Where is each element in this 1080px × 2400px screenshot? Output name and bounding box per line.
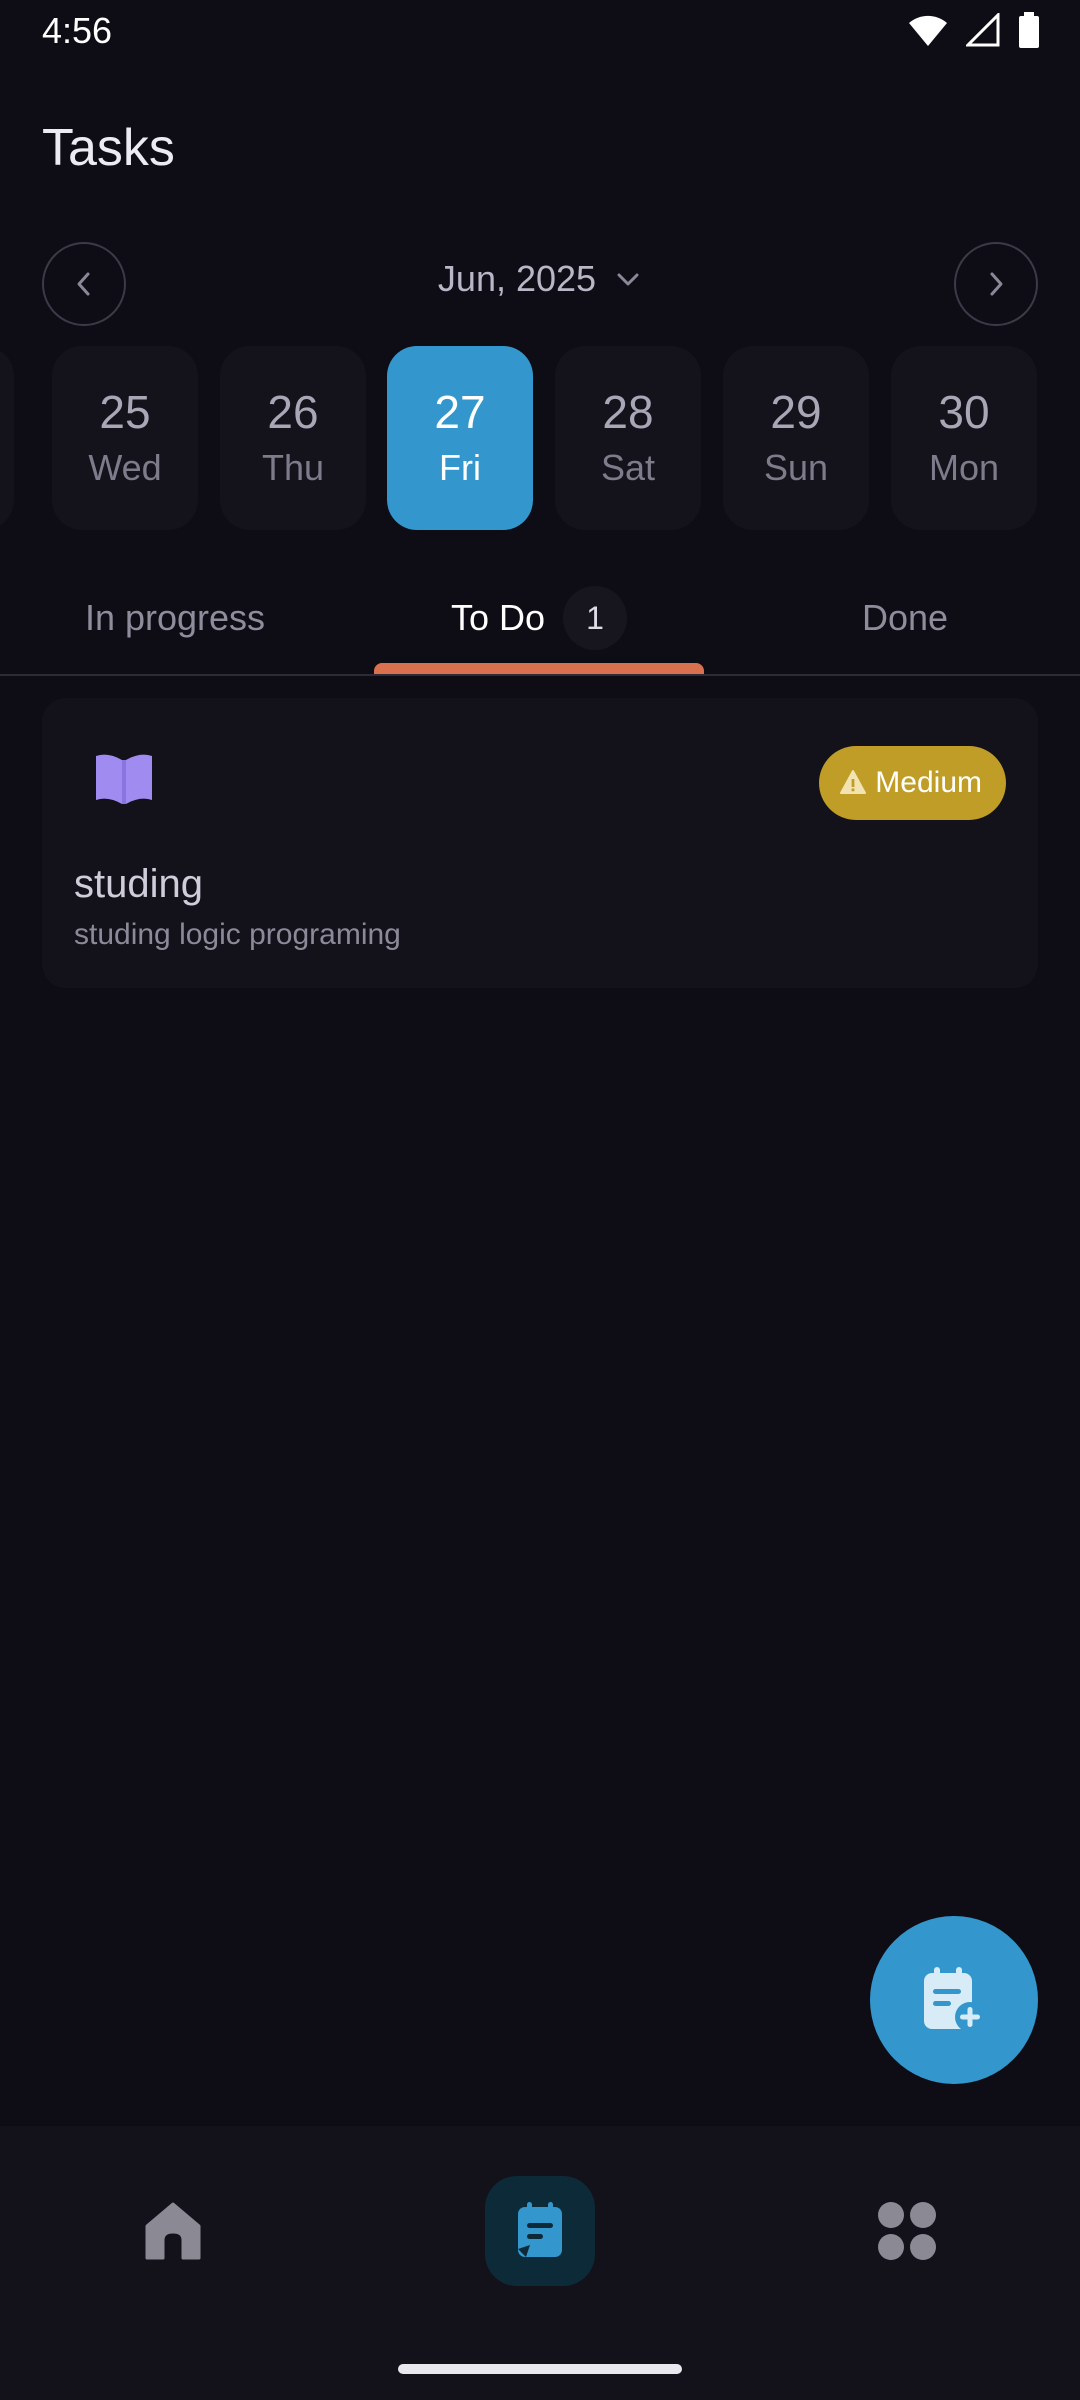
day-weekday: Fri bbox=[439, 447, 481, 489]
next-month-button[interactable] bbox=[954, 242, 1038, 326]
task-title: studing bbox=[74, 862, 203, 906]
day-strip[interactable]: 25 Wed 26 Thu 27 Fri 28 Sat 29 Sun 30 Mo… bbox=[0, 346, 1080, 530]
nav-apps[interactable] bbox=[852, 2176, 962, 2286]
day-number: 27 bbox=[434, 385, 486, 438]
tab-label: To Do bbox=[450, 597, 546, 638]
tab-to-do[interactable]: To Do 1 bbox=[374, 560, 704, 676]
task-description: studing logic programing bbox=[74, 918, 401, 951]
day-number: 28 bbox=[602, 385, 654, 438]
add-note-icon bbox=[924, 1967, 985, 2032]
tasks-icon bbox=[518, 2202, 562, 2257]
battery-icon bbox=[1019, 12, 1039, 48]
apps-grid-icon bbox=[878, 2202, 936, 2260]
tab-label: Done bbox=[861, 597, 949, 638]
tab-done[interactable]: Done bbox=[730, 560, 1080, 676]
day-card[interactable]: 30 Mon bbox=[891, 346, 1037, 530]
day-number: 26 bbox=[267, 385, 319, 438]
day-number: 25 bbox=[99, 385, 151, 438]
status-tabs: In progress To Do 1 Done bbox=[0, 560, 1080, 676]
status-bar: 4:56 bbox=[0, 0, 1080, 62]
home-icon bbox=[145, 2202, 201, 2260]
tab-divider bbox=[0, 674, 1080, 676]
day-weekday: Sun bbox=[763, 447, 829, 489]
nav-home[interactable] bbox=[118, 2176, 228, 2286]
signal-icon bbox=[966, 13, 1000, 47]
day-number: 29 bbox=[770, 385, 822, 438]
priority-badge: Medium bbox=[819, 746, 1006, 820]
page-title: Tasks bbox=[42, 119, 175, 177]
day-number: 30 bbox=[938, 385, 990, 438]
chevron-down-icon bbox=[617, 273, 639, 286]
bottom-navigation bbox=[0, 2126, 1080, 2400]
wifi-icon bbox=[909, 15, 947, 47]
day-weekday: Wed bbox=[88, 447, 162, 489]
day-card[interactable]: 25 Wed bbox=[52, 346, 198, 530]
day-weekday: Sat bbox=[600, 447, 656, 489]
add-task-button[interactable] bbox=[870, 1916, 1038, 2084]
tab-label: In progress bbox=[84, 597, 266, 638]
day-card-partial[interactable] bbox=[0, 346, 14, 530]
day-weekday: Mon bbox=[928, 447, 1000, 489]
day-card-selected[interactable]: 27 Fri bbox=[387, 346, 533, 530]
status-time: 4:56 bbox=[42, 10, 113, 51]
day-weekday: Thu bbox=[261, 447, 325, 489]
nav-tasks[interactable] bbox=[485, 2176, 595, 2286]
day-card[interactable]: 26 Thu bbox=[220, 346, 366, 530]
warning-icon bbox=[840, 770, 867, 794]
tab-count-badge: 1 bbox=[563, 586, 628, 650]
month-label: Jun, 2025 bbox=[437, 258, 597, 299]
priority-label: Medium bbox=[875, 766, 982, 799]
month-picker[interactable]: Jun, 2025 bbox=[0, 258, 1080, 300]
task-card[interactable]: Medium studing studing logic programing bbox=[42, 698, 1038, 988]
book-icon bbox=[96, 754, 152, 804]
chevron-right-icon bbox=[990, 272, 1003, 296]
day-card[interactable]: 28 Sat bbox=[555, 346, 701, 530]
home-indicator[interactable] bbox=[398, 2364, 682, 2374]
day-card[interactable]: 29 Sun bbox=[723, 346, 869, 530]
status-icons bbox=[908, 12, 1040, 48]
tab-in-progress[interactable]: In progress bbox=[0, 560, 350, 676]
